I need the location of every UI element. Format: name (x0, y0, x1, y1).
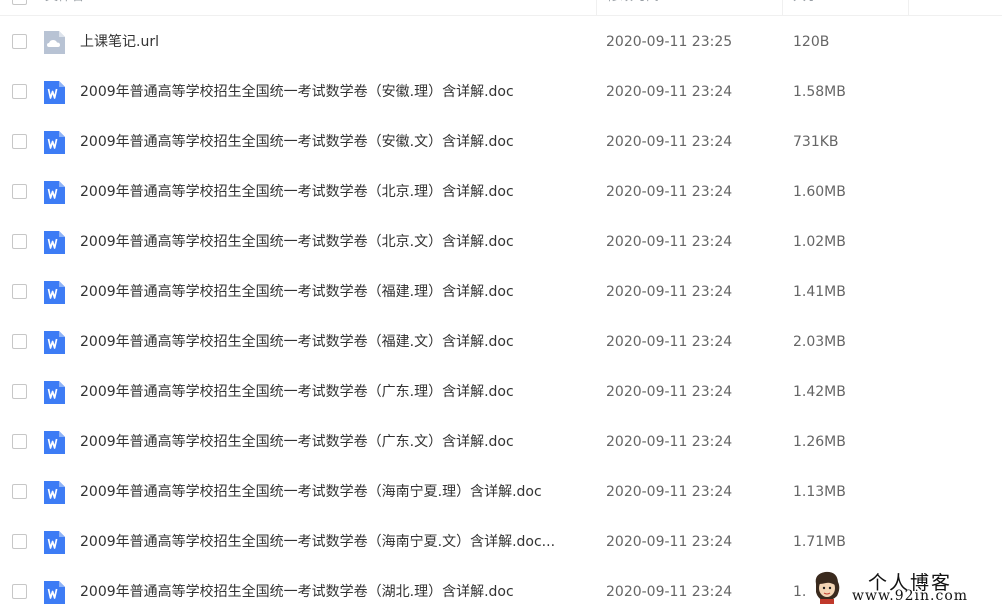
word-doc-icon (44, 431, 65, 454)
file-modified-date: 2020-09-11 23:24 (606, 84, 733, 100)
file-modified-date: 2020-09-11 23:24 (606, 234, 733, 250)
word-doc-icon (44, 581, 65, 604)
row-checkbox[interactable] (12, 134, 27, 149)
file-size: 1.71MB (793, 534, 846, 550)
file-modified-date: 2020-09-11 23:24 (606, 384, 733, 400)
column-header-spacer (908, 0, 1002, 16)
file-name[interactable]: 2009年普通高等学校招生全国统一考试数学卷（北京.文）含详解.doc (80, 217, 514, 267)
column-header-size[interactable]: 大小 (782, 0, 908, 16)
column-header-date[interactable]: 修改时间 (596, 0, 782, 16)
word-doc-icon (44, 281, 65, 304)
file-modified-date: 2020-09-11 23:25 (606, 34, 733, 50)
file-size: 1.26MB (793, 434, 846, 450)
row-checkbox[interactable] (12, 34, 27, 49)
file-size: 1.42MB (793, 384, 846, 400)
file-row[interactable]: 2009年普通高等学校招生全国统一考试数学卷（北京.文）含详解.doc 2020-… (0, 217, 1002, 267)
file-modified-date: 2020-09-11 23:24 (606, 184, 733, 200)
row-checkbox[interactable] (12, 534, 27, 549)
row-checkbox[interactable] (12, 434, 27, 449)
cartoon-face-icon (815, 571, 840, 604)
file-name[interactable]: 2009年普通高等学校招生全国统一考试数学卷（广东.理）含详解.doc (80, 367, 514, 417)
word-doc-icon (44, 81, 65, 104)
file-modified-date: 2020-09-11 23:24 (606, 434, 733, 450)
file-size: 120B (793, 34, 830, 50)
file-row[interactable]: 2009年普通高等学校招生全国统一考试数学卷（福建.理）含详解.doc 2020-… (0, 267, 1002, 317)
file-size: 1.13MB (793, 484, 846, 500)
row-checkbox[interactable] (12, 284, 27, 299)
file-modified-date: 2020-09-11 23:24 (606, 484, 733, 500)
file-name[interactable]: 上课笔记.url (80, 17, 159, 67)
file-name[interactable]: 2009年普通高等学校招生全国统一考试数学卷（广东.文）含详解.doc (80, 417, 514, 467)
watermark-url: www.92in.com (852, 588, 969, 604)
file-name[interactable]: 2009年普通高等学校招生全国统一考试数学卷（海南宁夏.文）含详解.doc... (80, 517, 555, 567)
column-header-name[interactable]: 文件名 (45, 0, 585, 16)
watermark: 个人博客 www.92in.com (808, 568, 1002, 608)
word-doc-icon (44, 481, 65, 504)
file-size: 1. (793, 584, 807, 600)
file-row[interactable]: 2009年普通高等学校招生全国统一考试数学卷（海南宁夏.文）含详解.doc...… (0, 517, 1002, 567)
link-file-icon (44, 31, 65, 54)
file-row[interactable]: 2009年普通高等学校招生全国统一考试数学卷（安徽.理）含详解.doc 2020-… (0, 67, 1002, 117)
file-size: 731KB (793, 134, 839, 150)
file-modified-date: 2020-09-11 23:24 (606, 584, 733, 600)
file-row[interactable]: 上课笔记.url 2020-09-11 23:25 120B (0, 17, 1002, 67)
word-doc-icon (44, 531, 65, 554)
word-doc-icon (44, 181, 65, 204)
file-row[interactable]: 2009年普通高等学校招生全国统一考试数学卷（海南宁夏.理）含详解.doc 202… (0, 467, 1002, 517)
word-doc-icon (44, 131, 65, 154)
file-list-header: 文件名 修改时间 大小 (0, 0, 1002, 16)
file-name[interactable]: 2009年普通高等学校招生全国统一考试数学卷（福建.理）含详解.doc (80, 267, 514, 317)
word-doc-icon (44, 381, 65, 404)
row-checkbox[interactable] (12, 184, 27, 199)
file-row[interactable]: 2009年普通高等学校招生全国统一考试数学卷（北京.理）含详解.doc 2020-… (0, 167, 1002, 217)
file-size: 1.02MB (793, 234, 846, 250)
file-name[interactable]: 2009年普通高等学校招生全国统一考试数学卷（北京.理）含详解.doc (80, 167, 514, 217)
file-name[interactable]: 2009年普通高等学校招生全国统一考试数学卷（安徽.文）含详解.doc (80, 117, 514, 167)
file-name[interactable]: 2009年普通高等学校招生全国统一考试数学卷（安徽.理）含详解.doc (80, 67, 514, 117)
file-row[interactable]: 2009年普通高等学校招生全国统一考试数学卷（福建.文）含详解.doc 2020-… (0, 317, 1002, 367)
row-checkbox[interactable] (12, 384, 27, 399)
file-size: 1.58MB (793, 84, 846, 100)
row-checkbox[interactable] (12, 84, 27, 99)
file-row[interactable]: 2009年普通高等学校招生全国统一考试数学卷（广东.文）含详解.doc 2020-… (0, 417, 1002, 467)
file-name[interactable]: 2009年普通高等学校招生全国统一考试数学卷（湖北.理）含详解.doc (80, 567, 514, 608)
file-name[interactable]: 2009年普通高等学校招生全国统一考试数学卷（海南宁夏.理）含详解.doc (80, 467, 542, 517)
file-list-page: 文件名 修改时间 大小 上课笔记.url 2020-09-11 23:25 120B… (0, 0, 1002, 608)
select-all-checkbox[interactable] (12, 0, 27, 5)
word-doc-icon (44, 331, 65, 354)
row-checkbox[interactable] (12, 334, 27, 349)
file-name[interactable]: 2009年普通高等学校招生全国统一考试数学卷（福建.文）含详解.doc (80, 317, 514, 367)
file-modified-date: 2020-09-11 23:24 (606, 284, 733, 300)
file-size: 2.03MB (793, 334, 846, 350)
word-doc-icon (44, 231, 65, 254)
row-checkbox[interactable] (12, 584, 27, 599)
file-size: 1.60MB (793, 184, 846, 200)
file-row[interactable]: 2009年普通高等学校招生全国统一考试数学卷（安徽.文）含详解.doc 2020-… (0, 117, 1002, 167)
file-size: 1.41MB (793, 284, 846, 300)
row-checkbox[interactable] (12, 484, 27, 499)
file-modified-date: 2020-09-11 23:24 (606, 134, 733, 150)
row-checkbox[interactable] (12, 234, 27, 249)
file-modified-date: 2020-09-11 23:24 (606, 334, 733, 350)
file-modified-date: 2020-09-11 23:24 (606, 534, 733, 550)
file-row[interactable]: 2009年普通高等学校招生全国统一考试数学卷（广东.理）含详解.doc 2020-… (0, 367, 1002, 417)
